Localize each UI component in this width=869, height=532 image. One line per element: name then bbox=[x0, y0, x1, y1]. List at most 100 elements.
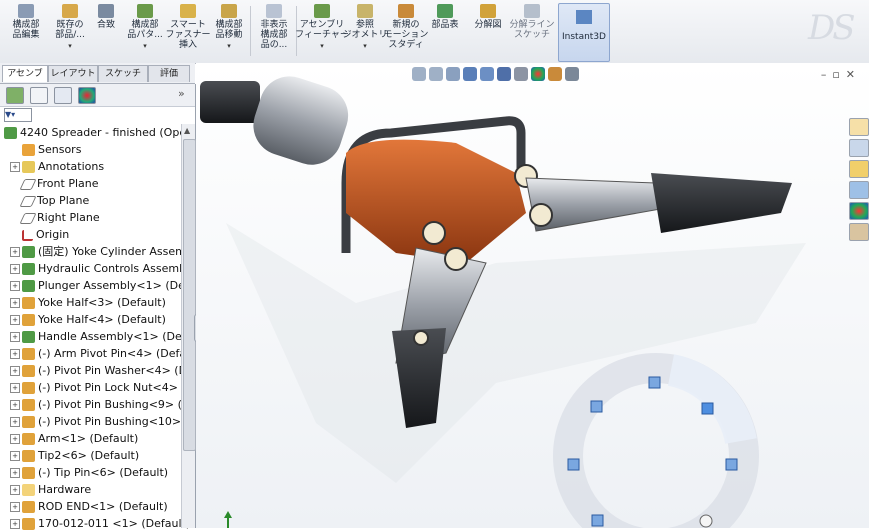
tree-item[interactable]: Front Plane bbox=[10, 175, 99, 192]
tree-item[interactable]: + Tip2<6> (Default) bbox=[10, 447, 139, 464]
view-cube-icon[interactable] bbox=[590, 400, 603, 413]
scrollbar-thumb[interactable] bbox=[183, 139, 196, 451]
expand-toggle-icon[interactable]: + bbox=[10, 349, 20, 359]
tree-item[interactable]: + (-) Tip Pin<6> (Default) bbox=[10, 464, 168, 481]
assembly-icon bbox=[4, 127, 17, 139]
button-label: 構成部 品編集 bbox=[12, 20, 40, 40]
tree-item[interactable]: + Handle Assembly<1> (Defa bbox=[10, 328, 192, 345]
tree-item[interactable]: Origin bbox=[10, 226, 69, 243]
dropdown-arrow-icon[interactable]: ▾ bbox=[320, 41, 324, 51]
reference-geometry-button[interactable]: 参照 ジオメトリ ▾ bbox=[343, 4, 388, 60]
view-cube-icon[interactable] bbox=[648, 376, 661, 389]
edit-component-button[interactable]: 構成部 品編集 bbox=[6, 4, 46, 60]
tree-item[interactable]: Sensors bbox=[10, 141, 81, 158]
mate-button[interactable]: 合致 bbox=[92, 4, 120, 60]
expand-toggle-icon[interactable]: + bbox=[10, 383, 20, 393]
dropdown-arrow-icon[interactable]: ▾ bbox=[227, 41, 231, 51]
tree-item[interactable]: + Yoke Half<3> (Default) bbox=[10, 294, 166, 311]
tree-item[interactable]: Top Plane bbox=[10, 192, 89, 209]
expand-toggle-icon[interactable]: + bbox=[10, 298, 20, 308]
property-manager-tab-icon[interactable] bbox=[30, 87, 48, 104]
view-cube-icon[interactable] bbox=[591, 514, 604, 527]
expand-toggle-icon[interactable]: + bbox=[10, 332, 20, 342]
dropdown-arrow-icon[interactable]: ▾ bbox=[68, 41, 72, 51]
expand-toggle-icon[interactable]: + bbox=[10, 366, 20, 376]
tree-item[interactable]: + (-) Pivot Pin Washer<4> (D bbox=[10, 362, 187, 379]
view-cube-icon[interactable] bbox=[567, 458, 580, 471]
tree-item[interactable]: +170-012-011 <1> (Default) bbox=[10, 515, 190, 532]
magnifier-icon[interactable] bbox=[699, 514, 713, 528]
new-motion-study-button[interactable]: 新規の モーション スタディ bbox=[384, 4, 428, 60]
expand-toggle-icon[interactable]: + bbox=[10, 264, 20, 274]
instant3d-button[interactable]: Instant3D bbox=[558, 3, 610, 62]
spreader-model[interactable] bbox=[200, 69, 806, 483]
move-icon bbox=[221, 4, 237, 18]
view-palette-icon[interactable] bbox=[849, 181, 869, 199]
expand-toggle-icon[interactable]: + bbox=[10, 400, 20, 410]
smart-fasteners-button[interactable]: スマート ファスナー 挿入 bbox=[166, 4, 211, 60]
command-manager-tabs: アセンブリ レイアウト スケッチ 評価 bbox=[0, 63, 195, 95]
custom-properties-icon[interactable] bbox=[849, 223, 869, 241]
tab-layout[interactable]: レイアウト bbox=[48, 65, 98, 82]
expand-toggle-icon[interactable]: + bbox=[10, 162, 20, 172]
expand-panel-icon[interactable]: » bbox=[178, 87, 185, 100]
design-library-icon[interactable] bbox=[849, 139, 869, 157]
component-pattern-button[interactable]: 構成部 品パタ... ▾ bbox=[122, 4, 168, 60]
exploded-view-button[interactable]: 分解図 bbox=[470, 4, 506, 60]
expand-toggle-icon[interactable]: + bbox=[10, 417, 20, 427]
configuration-manager-tab-icon[interactable] bbox=[54, 87, 72, 104]
expand-toggle-icon[interactable]: + bbox=[10, 281, 20, 291]
tree-item[interactable]: + (固定) Yoke Cylinder Assem bbox=[10, 243, 186, 260]
expand-toggle-icon[interactable]: + bbox=[10, 502, 20, 512]
graphics-area[interactable]: –▫✕ bbox=[196, 63, 869, 528]
tree-item-label: Hardware bbox=[38, 483, 92, 496]
tree-item[interactable]: + Plunger Assembly<1> (Defa bbox=[10, 277, 196, 294]
scroll-up-arrow-icon[interactable]: ▲ bbox=[184, 126, 190, 135]
solidworks-resources-icon[interactable] bbox=[849, 118, 869, 136]
tree-item[interactable]: + Yoke Half<4> (Default) bbox=[10, 311, 166, 328]
appearances-icon[interactable] bbox=[849, 202, 869, 220]
view-cube-icon[interactable] bbox=[725, 458, 738, 471]
tab-sketch[interactable]: スケッチ bbox=[98, 65, 148, 82]
tree-item[interactable]: Right Plane bbox=[10, 209, 100, 226]
filter-icon[interactable]: ▼▾ bbox=[4, 108, 32, 122]
tree-item-label: (-) Tip Pin<6> (Default) bbox=[38, 466, 169, 479]
tree-scrollbar[interactable]: ▲ bbox=[181, 124, 196, 528]
assembly-features-button[interactable]: アセンブリ フィーチャー ▾ bbox=[295, 4, 349, 60]
tree-item[interactable]: + Arm<1> (Default) bbox=[10, 430, 138, 447]
expand-toggle-icon[interactable]: + bbox=[10, 451, 20, 461]
show-hidden-components-button[interactable]: 非表示 構成部 品の... bbox=[254, 4, 294, 60]
tree-item-label: Top Plane bbox=[37, 194, 90, 207]
tree-item[interactable]: + Hardware bbox=[10, 481, 91, 498]
insert-components-button[interactable]: 既存の 部品/... ▾ bbox=[48, 4, 92, 60]
tree-item[interactable]: + (-) Pivot Pin Bushing<10> ( bbox=[10, 413, 189, 430]
tree-item[interactable]: + Annotations bbox=[10, 158, 104, 175]
tab-evaluate[interactable]: 評価 bbox=[148, 65, 190, 82]
expand-toggle-icon[interactable]: + bbox=[10, 247, 20, 257]
expand-toggle-icon[interactable]: + bbox=[10, 315, 20, 325]
tree-item[interactable]: + ROD END<1> (Default) bbox=[10, 498, 168, 515]
tree-item[interactable]: + (-) Pivot Pin Lock Nut<4> ( bbox=[10, 379, 186, 396]
expand-toggle-icon[interactable]: + bbox=[10, 468, 20, 478]
pattern-icon bbox=[137, 4, 153, 18]
edit-component-icon bbox=[18, 4, 34, 18]
plane-icon bbox=[19, 212, 37, 224]
move-component-button[interactable]: 構成部 品移動 ▾ bbox=[208, 4, 250, 60]
dropdown-arrow-icon[interactable]: ▾ bbox=[143, 41, 147, 51]
tree-item[interactable]: + (-) Pivot Pin Bushing<9> (D bbox=[10, 396, 190, 413]
display-manager-tab-icon[interactable] bbox=[78, 87, 96, 104]
feature-manager-tab-icon[interactable] bbox=[6, 87, 24, 104]
view-cube-icon[interactable] bbox=[701, 402, 714, 415]
tab-assembly[interactable]: アセンブリ bbox=[2, 65, 48, 95]
dropdown-arrow-icon[interactable]: ▾ bbox=[363, 41, 367, 51]
expand-toggle-icon[interactable]: + bbox=[10, 485, 20, 495]
expand-toggle-icon[interactable]: + bbox=[10, 434, 20, 444]
tree-item[interactable]: + (-) Arm Pivot Pin<4> (Defa bbox=[10, 345, 186, 362]
tree-item[interactable]: + Hydraulic Controls Assembly bbox=[10, 260, 196, 277]
tree-item-label: (-) Pivot Pin Bushing<10> ( bbox=[38, 415, 189, 428]
tree-root-assembly[interactable]: 4240 Spreader - finished (Oper bbox=[4, 124, 191, 141]
bill-of-materials-button[interactable]: 部品表 bbox=[428, 4, 462, 60]
view-selector-ring[interactable] bbox=[553, 353, 759, 528]
explode-line-sketch-button[interactable]: 分解ライン スケッチ bbox=[510, 4, 555, 60]
file-explorer-icon[interactable] bbox=[849, 160, 869, 178]
